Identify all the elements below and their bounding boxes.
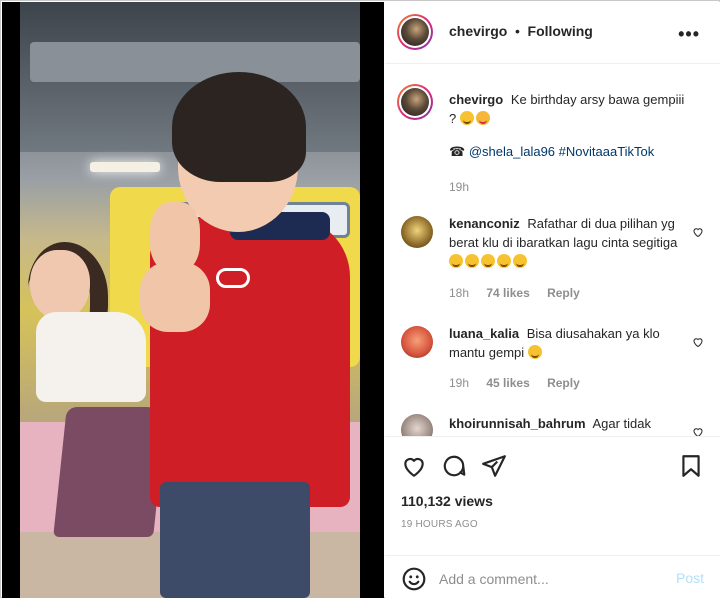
caption-row: chevirgo Ke birthday arsy bawa gempiii ?… <box>385 84 720 204</box>
post-timestamp[interactable]: 19 HOURS AGO <box>401 519 478 530</box>
bookmark-icon[interactable] <box>678 453 704 479</box>
comment-like-heart-icon[interactable] <box>692 426 704 436</box>
caption-mention-link[interactable]: @shela_lala96 <box>469 144 555 159</box>
comment-likes[interactable]: 45 likes <box>486 376 529 390</box>
comment-reply-button[interactable]: Reply <box>547 286 580 300</box>
comment-avatar[interactable] <box>401 414 433 436</box>
author-avatar[interactable] <box>397 14 433 50</box>
caption-hashtag-link[interactable]: #NovitaaaTikTok <box>559 144 655 159</box>
more-options-button[interactable]: ••• <box>678 24 700 45</box>
laughing-emoji-icon <box>497 254 511 268</box>
comment-text: luana_kalia Bisa diusahakan ya klo mantu… <box>449 324 689 362</box>
laughing-emoji-icon <box>527 345 542 359</box>
laughing-emoji-icon <box>449 254 463 268</box>
comment-row: khoirunnisah_bahrum Agar tidak <box>385 412 720 436</box>
comment-username[interactable]: khoirunnisah_bahrum <box>449 416 586 431</box>
comment-avatar[interactable] <box>401 216 433 248</box>
author-username[interactable]: chevirgo <box>449 23 507 39</box>
instagram-post-window: chevirgo • Following ••• chevirgo Ke bir… <box>0 0 720 598</box>
video-frame <box>20 2 360 598</box>
comment-input[interactable] <box>439 568 659 590</box>
comment-like-heart-icon[interactable] <box>692 336 704 348</box>
following-button[interactable]: Following <box>528 23 593 39</box>
laughing-emoji-icon <box>481 254 495 268</box>
comments-list[interactable]: chevirgo Ke birthday arsy bawa gempiii ?… <box>385 64 720 436</box>
laughing-emoji-icon <box>513 254 527 268</box>
smiley-icon[interactable] <box>401 566 427 592</box>
ellipsis-icon: ••• <box>678 24 700 44</box>
telephone-icon: ☎ <box>449 144 466 159</box>
laughing-emoji-icon <box>465 254 479 268</box>
comment-text: khoirunnisah_bahrum Agar tidak <box>449 414 699 433</box>
comment-avatar[interactable] <box>401 326 433 358</box>
comment-like-heart-icon[interactable] <box>692 226 704 238</box>
caption-username[interactable]: chevirgo <box>449 92 503 107</box>
smiling-emoji-icon <box>459 111 474 125</box>
heart-icon[interactable] <box>401 453 427 479</box>
post-actions: 110,132 views 19 HOURS AGO Post <box>385 436 720 600</box>
post-side-panel: chevirgo • Following ••• chevirgo Ke bir… <box>385 2 720 598</box>
comment-row: kenanconiz Rafathar di dua pilihan yg be… <box>385 214 720 310</box>
caption-text: chevirgo Ke birthday arsy bawa gempiii ? <box>449 90 689 128</box>
post-header: chevirgo • Following ••• <box>385 2 720 64</box>
views-count[interactable]: 110,132 views <box>401 493 493 509</box>
caption-tags: ☎ @shela_lala96 #NovitaaaTikTok <box>449 142 689 161</box>
paper-plane-icon[interactable] <box>481 453 507 479</box>
tongue-emoji-icon <box>475 111 490 125</box>
comment-body: Agar tidak <box>592 416 651 431</box>
caption-time: 19h <box>449 180 470 194</box>
comment-username[interactable]: luana_kalia <box>449 326 519 341</box>
caption-avatar[interactable] <box>397 84 433 120</box>
comment-time: 18h <box>449 286 470 300</box>
comment-composer: Post <box>385 555 720 601</box>
comment-reply-button[interactable]: Reply <box>547 376 580 390</box>
comment-time: 19h <box>449 376 470 390</box>
comment-meta: 18h 74 likes Reply <box>449 286 594 300</box>
comment-meta: 19h 45 likes Reply <box>449 376 594 390</box>
comment-icon[interactable] <box>441 453 467 479</box>
comment-likes[interactable]: 74 likes <box>486 286 529 300</box>
header-separator: • <box>514 23 520 39</box>
caption-meta: 19h <box>449 180 483 194</box>
post-video[interactable] <box>2 2 384 598</box>
header-title: chevirgo • Following <box>449 23 593 39</box>
comment-username[interactable]: kenanconiz <box>449 216 520 231</box>
comment-row: luana_kalia Bisa diusahakan ya klo mantu… <box>385 324 720 394</box>
post-comment-button[interactable]: Post <box>676 570 704 586</box>
comment-text: kenanconiz Rafathar di dua pilihan yg be… <box>449 214 689 271</box>
